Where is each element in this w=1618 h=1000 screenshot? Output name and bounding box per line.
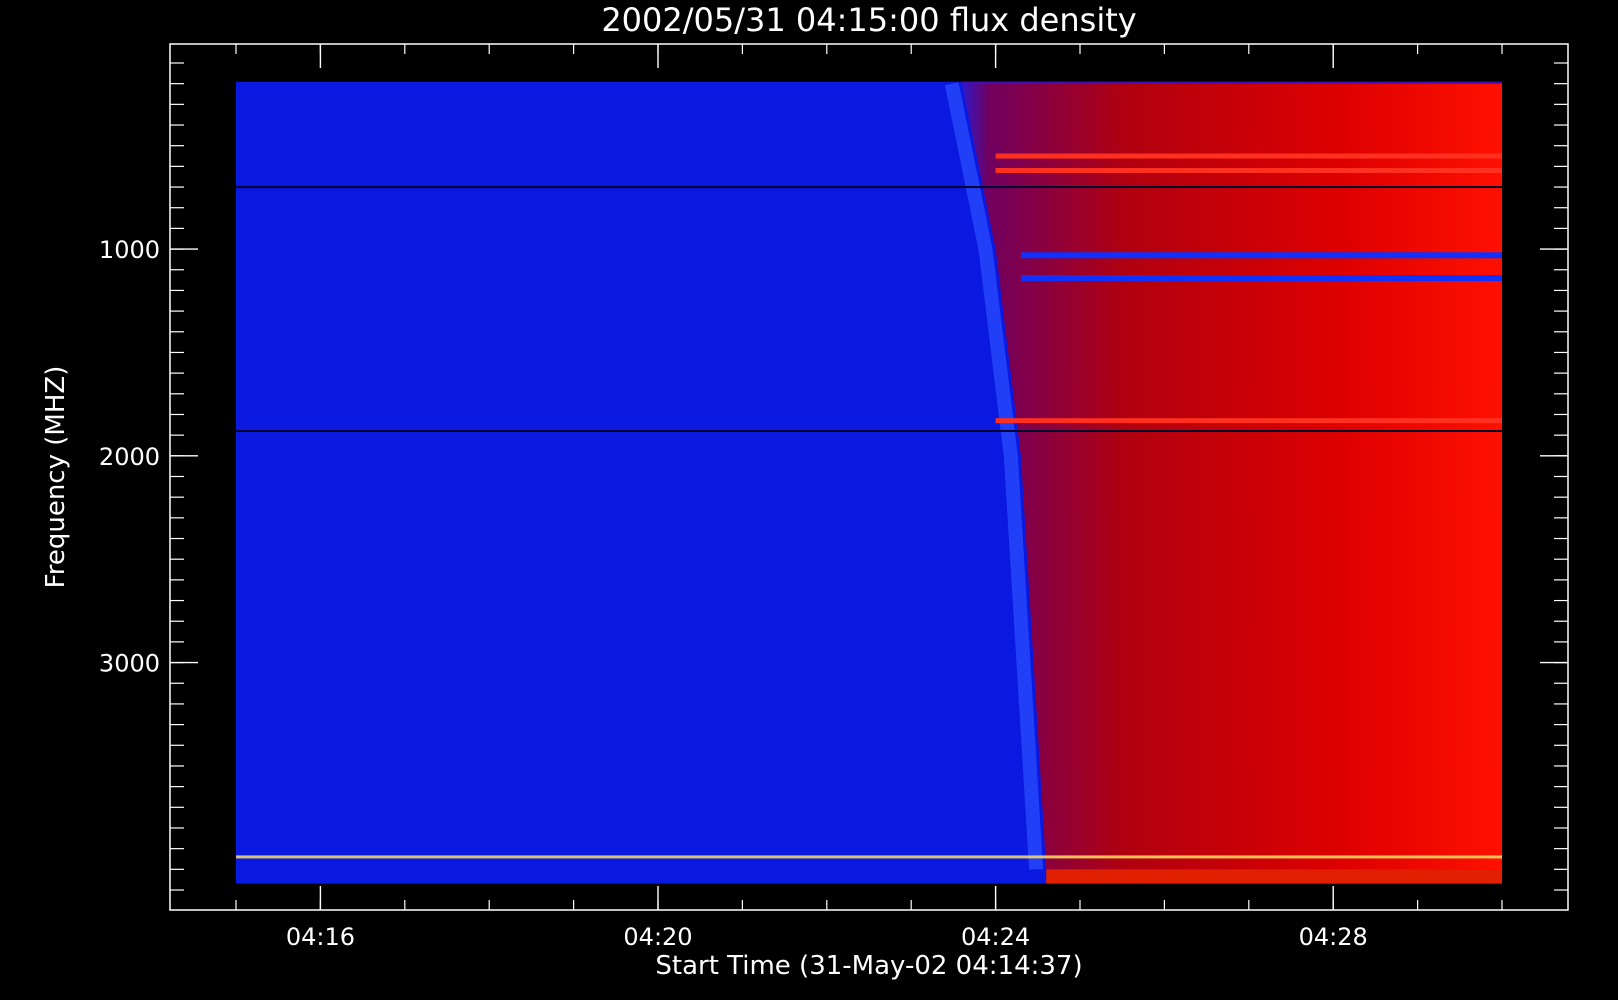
burst-region bbox=[961, 83, 1502, 870]
x-tick-label: 04:16 bbox=[286, 923, 355, 951]
y-tick-label: 2000 bbox=[99, 443, 160, 471]
chart-title: 2002/05/31 04:15:00 flux density bbox=[601, 1, 1136, 39]
spectral-band-5 bbox=[995, 418, 1502, 424]
spectral-band-7 bbox=[236, 855, 1502, 859]
x-tick-label: 04:28 bbox=[1299, 923, 1368, 951]
spectrogram-heatmap bbox=[236, 81, 1502, 884]
spectral-band-4 bbox=[1020, 275, 1502, 282]
x-tick-label: 04:24 bbox=[961, 923, 1030, 951]
x-tick-label: 04:20 bbox=[623, 923, 692, 951]
y-tick-label: 3000 bbox=[99, 650, 160, 678]
burst-region-bottom bbox=[1046, 869, 1502, 884]
flux-density-chart: 2002/05/31 04:15:00 flux density 04:16 04… bbox=[0, 0, 1618, 1000]
spectral-band-2 bbox=[236, 186, 1502, 189]
x-axis-label: Start Time (31-May-02 04:14:37) bbox=[655, 951, 1082, 981]
spectral-band-1 bbox=[995, 168, 1502, 174]
y-axis-label: Frequency (MHZ) bbox=[41, 366, 71, 589]
spectral-band-3 bbox=[1020, 252, 1502, 259]
spectral-band-0 bbox=[995, 153, 1502, 159]
burst-region-top bbox=[961, 81, 1502, 84]
spectral-band-6 bbox=[236, 430, 1502, 433]
y-tick-label: 1000 bbox=[99, 236, 160, 264]
